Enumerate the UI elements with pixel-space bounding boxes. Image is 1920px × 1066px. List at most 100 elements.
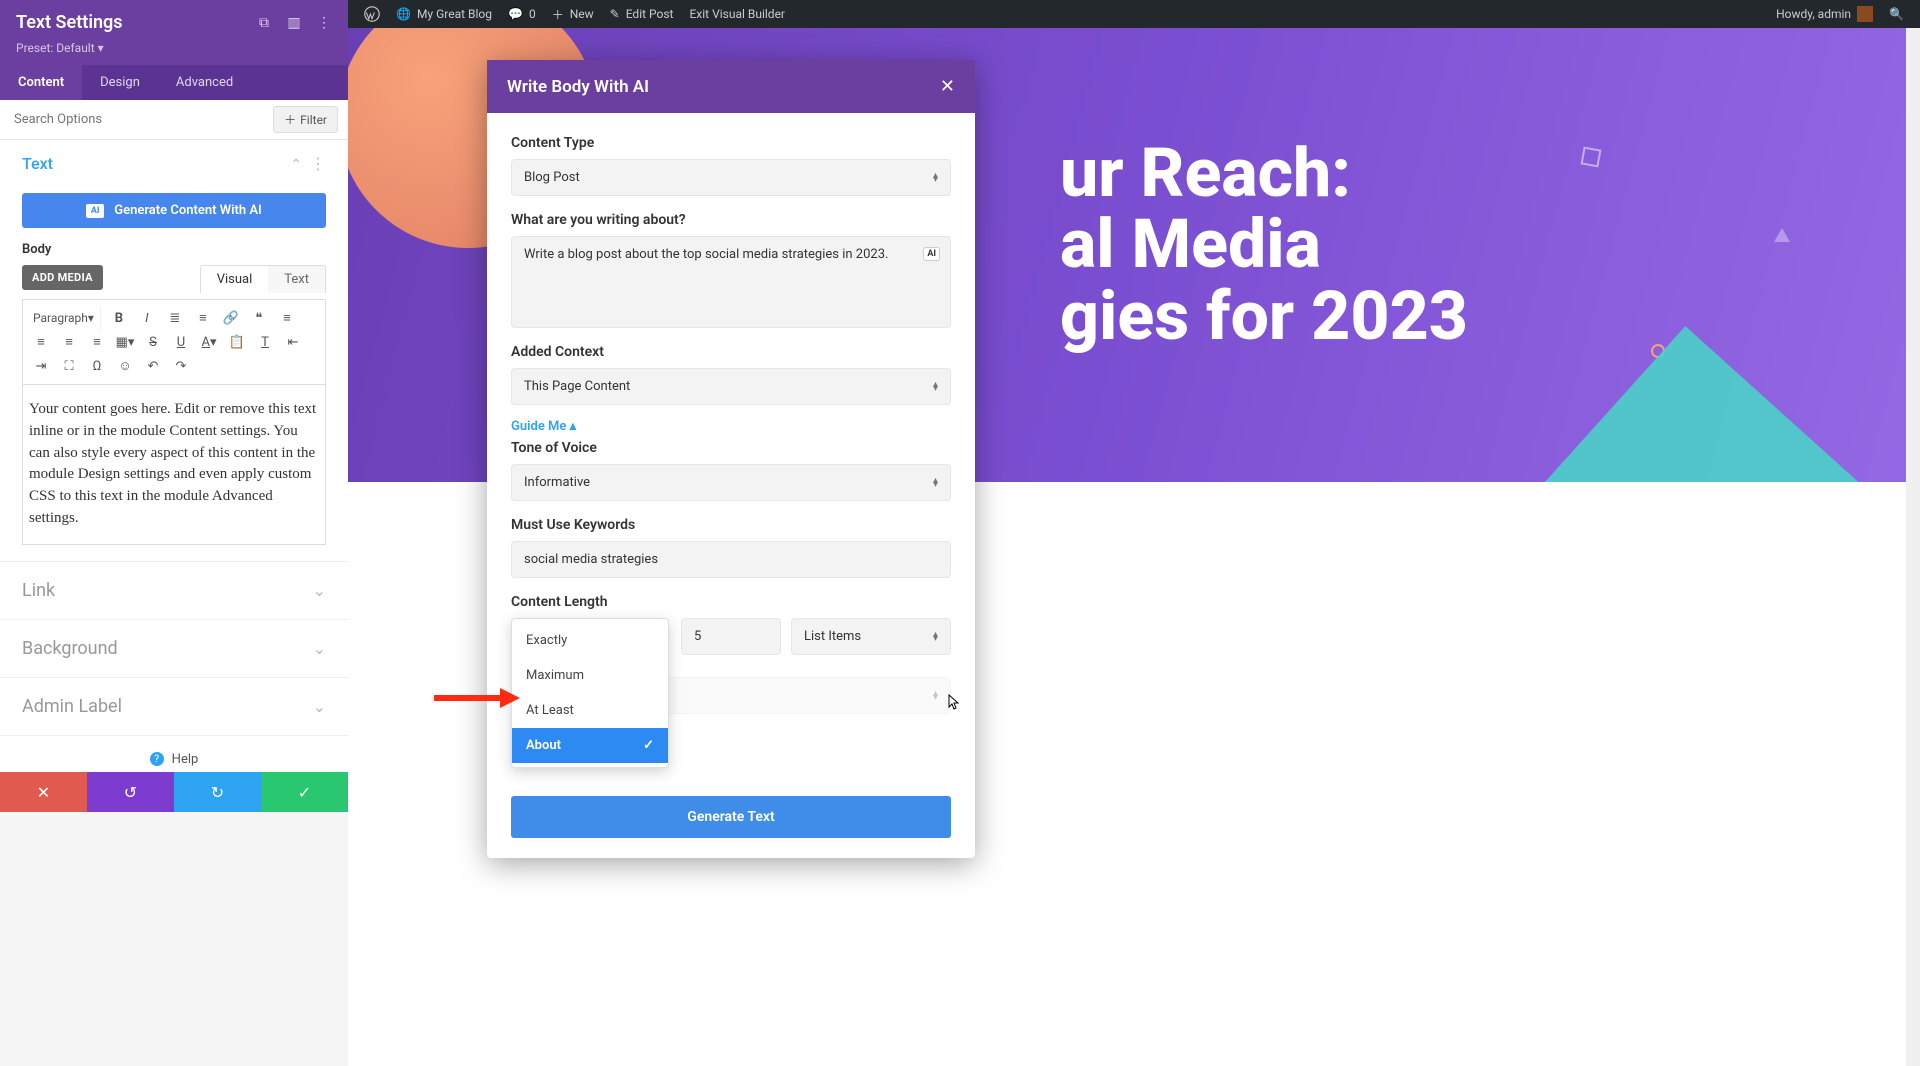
ai-modal: Write Body With AI ✕ Content Type Blog P…: [487, 60, 975, 858]
length-option-about[interactable]: About✓: [512, 728, 668, 763]
content-type-label: Content Type: [511, 135, 951, 151]
bottom-actions: ✕ ↺ ↻ ✓: [0, 772, 348, 812]
chevron-down-icon: ⌄: [313, 697, 326, 716]
redo-button[interactable]: ↻: [174, 772, 261, 812]
kebab-icon[interactable]: ⋮: [316, 15, 332, 31]
help-link[interactable]: ?Help: [0, 736, 348, 773]
length-number-input[interactable]: 5: [681, 618, 781, 655]
new-link[interactable]: ＋New: [544, 0, 602, 28]
tab-advanced[interactable]: Advanced: [158, 65, 251, 100]
indent-icon[interactable]: ⇥: [27, 354, 55, 378]
wp-admin-bar: 🌐My Great Blog 💬0 ＋New ✎Edit Post Exit V…: [348, 0, 1920, 28]
content-length-label: Content Length: [511, 594, 951, 610]
bullet-list-icon[interactable]: ≣: [161, 306, 189, 330]
cancel-button[interactable]: ✕: [0, 772, 87, 812]
plus-icon: ＋: [284, 111, 296, 128]
added-context-label: Added Context: [511, 344, 951, 360]
redo-icon[interactable]: ↷: [167, 354, 195, 378]
underline-icon[interactable]: U: [167, 330, 195, 354]
section-admin-label[interactable]: Admin Label⌄: [0, 678, 348, 736]
keywords-input[interactable]: social media strategies: [511, 541, 951, 578]
tone-select[interactable]: Informative: [511, 464, 951, 501]
align-center-icon[interactable]: ≡: [27, 330, 55, 354]
table-icon[interactable]: ▦▾: [111, 330, 139, 354]
search-input[interactable]: [10, 106, 273, 133]
site-name-link[interactable]: 🌐My Great Blog: [388, 0, 500, 28]
preset-selector[interactable]: Preset: Default ▾: [16, 41, 332, 55]
section-background[interactable]: Background⌄: [0, 620, 348, 678]
body-editor[interactable]: Your content goes here. Edit or remove t…: [22, 384, 326, 545]
italic-icon[interactable]: I: [133, 306, 161, 330]
strikethrough-icon[interactable]: S: [139, 330, 167, 354]
special-char-icon[interactable]: Ω: [83, 354, 111, 378]
align-right-icon[interactable]: ≡: [55, 330, 83, 354]
paragraph-select[interactable]: Paragraph ▾: [27, 306, 101, 330]
expand-icon[interactable]: ▥: [286, 15, 302, 31]
emoji-icon[interactable]: ☺: [111, 354, 139, 378]
caret-icon: [933, 632, 938, 642]
about-textarea[interactable]: Write a blog post about the top social m…: [511, 236, 951, 328]
clear-format-icon[interactable]: T: [251, 330, 279, 354]
page-title: ur Reach: al Media gies for 2023: [1060, 138, 1860, 352]
plus-icon: ＋: [552, 6, 564, 23]
modal-title: Write Body With AI: [507, 77, 649, 97]
length-option-exactly[interactable]: Exactly: [512, 623, 668, 658]
link-icon[interactable]: 🔗: [217, 306, 245, 330]
globe-icon: 🌐: [396, 7, 411, 21]
sidebar-tabs: Content Design Advanced: [0, 65, 348, 100]
bold-icon[interactable]: B: [105, 306, 133, 330]
caret-icon: [933, 382, 938, 392]
chevron-down-icon: ⌄: [313, 639, 326, 658]
add-media-button[interactable]: ADD MEDIA: [22, 265, 103, 290]
about-label: What are you writing about?: [511, 212, 951, 228]
fullscreen-icon[interactable]: ⛶: [55, 354, 83, 378]
tab-content[interactable]: Content: [0, 65, 82, 100]
search-icon[interactable]: 🔍: [1881, 0, 1912, 28]
wp-logo-icon[interactable]: [356, 0, 388, 28]
check-icon: ✓: [643, 738, 654, 753]
sidebar-title: Text Settings: [16, 12, 123, 33]
drag-icon[interactable]: ⧉: [256, 15, 272, 31]
align-justify-icon[interactable]: ≡: [83, 330, 111, 354]
howdy-user[interactable]: Howdy, admin: [1768, 0, 1881, 28]
generate-content-ai-button[interactable]: AI Generate Content With AI: [22, 193, 326, 228]
scrollbar[interactable]: [1906, 28, 1920, 1066]
undo-icon[interactable]: ↶: [139, 354, 167, 378]
length-option-at-least[interactable]: At Least: [512, 693, 668, 728]
length-option-maximum[interactable]: Maximum: [512, 658, 668, 693]
tone-label: Tone of Voice: [511, 440, 951, 456]
text-color-icon[interactable]: A▾: [195, 330, 223, 354]
ai-icon[interactable]: AI: [923, 247, 940, 261]
chevron-down-icon: ⌄: [313, 581, 326, 600]
section-link[interactable]: Link⌄: [0, 562, 348, 620]
kebab-icon[interactable]: ⋮: [310, 154, 326, 173]
edit-post-link[interactable]: ✎Edit Post: [602, 0, 682, 28]
avatar: [1857, 6, 1873, 22]
generate-text-button[interactable]: Generate Text: [511, 796, 951, 838]
tab-design[interactable]: Design: [82, 65, 158, 100]
content-type-select[interactable]: Blog Post: [511, 159, 951, 196]
align-left-icon[interactable]: ≡: [273, 306, 301, 330]
length-unit-select[interactable]: List Items: [791, 618, 951, 655]
editor-tab-text[interactable]: Text: [268, 266, 325, 293]
guide-me-toggle[interactable]: Guide Me ▴: [511, 419, 951, 434]
save-button[interactable]: ✓: [261, 772, 348, 812]
ai-icon: AI: [86, 204, 104, 218]
cursor-icon: [948, 694, 960, 710]
editor-tab-visual[interactable]: Visual: [201, 266, 269, 293]
close-icon[interactable]: ✕: [940, 76, 955, 97]
paste-icon[interactable]: 📋: [223, 330, 251, 354]
comments-link[interactable]: 💬0: [500, 0, 544, 28]
filter-button[interactable]: ＋Filter: [273, 106, 338, 133]
editor-toolbar: Paragraph ▾ B I ≣ ≡ 🔗 ❝ ≡ ≡ ≡ ≡ ▦▾ S U: [22, 299, 326, 384]
exit-visual-builder-link[interactable]: Exit Visual Builder: [681, 0, 793, 28]
section-text-header[interactable]: Text ⌃⋮: [0, 140, 348, 187]
added-context-select[interactable]: This Page Content: [511, 368, 951, 405]
undo-button[interactable]: ↺: [87, 772, 174, 812]
sidebar-header: Text Settings ⧉ ▥ ⋮ Preset: Default ▾: [0, 0, 348, 65]
number-list-icon[interactable]: ≡: [189, 306, 217, 330]
outdent-icon[interactable]: ⇤: [279, 330, 307, 354]
caret-icon: [933, 691, 938, 701]
quote-icon[interactable]: ❝: [245, 306, 273, 330]
body-label: Body: [22, 242, 326, 257]
